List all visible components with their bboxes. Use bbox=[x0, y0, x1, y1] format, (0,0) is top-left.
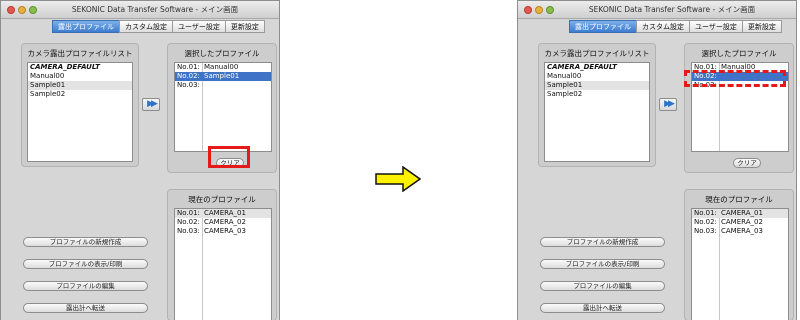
minimize-window-icon[interactable] bbox=[18, 6, 26, 14]
current-profile-table[interactable]: No.01: CAMERA_01 No.02: CAMERA_02 No.03:… bbox=[691, 208, 789, 320]
slot-number: No.01: bbox=[694, 209, 717, 217]
tab-custom-settings[interactable]: カスタム設定 bbox=[119, 20, 173, 33]
list-item[interactable]: Sample02 bbox=[28, 90, 132, 99]
slot-profile: CAMERA_03 bbox=[721, 227, 763, 235]
tab-bar: 露出プロファイル カスタム設定 ユーザー設定 更新設定 bbox=[569, 20, 782, 33]
table-row[interactable]: No.03: bbox=[175, 81, 271, 90]
clear-button-highlight bbox=[208, 146, 250, 168]
current-profile-group: 現在のプロファイル No.01: CAMERA_01 No.02: CAMERA… bbox=[684, 189, 794, 320]
add-to-selected-button[interactable]: ▶▶ bbox=[659, 98, 677, 111]
tab-exposure-profile[interactable]: 露出プロファイル bbox=[52, 20, 120, 33]
edit-profile-button[interactable]: プロファイルの編集 bbox=[23, 281, 148, 291]
tab-update-settings[interactable]: 更新設定 bbox=[224, 20, 265, 33]
list-item[interactable]: CAMERA_DEFAULT bbox=[545, 63, 649, 72]
slot-number: No.03: bbox=[177, 227, 200, 235]
tab-custom-settings[interactable]: カスタム設定 bbox=[636, 20, 690, 33]
slot-number: No.01: bbox=[177, 63, 200, 71]
slot-profile: CAMERA_01 bbox=[204, 209, 246, 217]
edit-profile-button[interactable]: プロファイルの編集 bbox=[540, 281, 665, 291]
cleared-row-highlight bbox=[684, 70, 786, 87]
window-title: SEKONIC Data Transfer Software - メイン画面 bbox=[71, 5, 239, 14]
tab-user-settings[interactable]: ユーザー設定 bbox=[689, 20, 743, 33]
slot-profile: CAMERA_02 bbox=[204, 218, 246, 226]
transfer-to-meter-button[interactable]: 露出計へ転送 bbox=[23, 303, 148, 313]
selected-profile-group: 選択したプロファイル No.01: Manual00 No.02: No.03:… bbox=[684, 43, 794, 173]
list-item[interactable]: Sample01 bbox=[28, 81, 132, 90]
title-bar: SEKONIC Data Transfer Software - メイン画面 bbox=[518, 1, 796, 19]
current-profile-group: 現在のプロファイル No.01: CAMERA_01 No.02: CAMERA… bbox=[167, 189, 277, 320]
add-to-selected-button[interactable]: ▶▶ bbox=[142, 98, 160, 111]
view-print-profile-button[interactable]: プロファイルの表示/印刷 bbox=[540, 259, 665, 269]
list-item[interactable]: Sample02 bbox=[545, 90, 649, 99]
slot-number: No.02: bbox=[177, 218, 200, 226]
tab-user-settings[interactable]: ユーザー設定 bbox=[172, 20, 226, 33]
view-print-profile-button[interactable]: プロファイルの表示/印刷 bbox=[23, 259, 148, 269]
minimize-window-icon[interactable] bbox=[535, 6, 543, 14]
slot-number: No.03: bbox=[177, 81, 200, 89]
camera-profile-list-group: カメラ露出プロファイルリスト CAMERA_DEFAULT Manual00 S… bbox=[538, 43, 656, 167]
current-profile-title: 現在のプロファイル bbox=[188, 195, 256, 204]
slot-profile: CAMERA_01 bbox=[721, 209, 763, 217]
close-window-icon[interactable] bbox=[7, 6, 15, 14]
table-row[interactable]: No.01: CAMERA_01 bbox=[692, 209, 788, 218]
current-profile-table[interactable]: No.01: CAMERA_01 No.02: CAMERA_02 No.03:… bbox=[174, 208, 272, 320]
list-item[interactable]: CAMERA_DEFAULT bbox=[28, 63, 132, 72]
slot-profile: Manual00 bbox=[204, 63, 239, 71]
zoom-window-icon[interactable] bbox=[29, 6, 37, 14]
zoom-window-icon[interactable] bbox=[546, 6, 554, 14]
table-row[interactable]: No.01: Manual00 bbox=[175, 63, 271, 72]
camera-profile-list[interactable]: CAMERA_DEFAULT Manual00 Sample01 Sample0… bbox=[544, 62, 650, 162]
table-row[interactable]: No.02: CAMERA_02 bbox=[692, 218, 788, 227]
table-row[interactable]: No.01: CAMERA_01 bbox=[175, 209, 271, 218]
title-bar: SEKONIC Data Transfer Software - メイン画面 bbox=[1, 1, 279, 19]
new-profile-button[interactable]: プロファイルの新規作成 bbox=[540, 237, 665, 247]
clear-button[interactable]: クリア bbox=[733, 158, 761, 168]
tab-update-settings[interactable]: 更新設定 bbox=[741, 20, 782, 33]
slot-number: No.01: bbox=[177, 209, 200, 217]
slot-number: No.03: bbox=[694, 227, 717, 235]
table-row[interactable]: No.03: CAMERA_03 bbox=[692, 227, 788, 236]
table-row[interactable]: No.02: Sample01 bbox=[175, 72, 271, 81]
camera-profile-list-title: カメラ露出プロファイルリスト bbox=[544, 49, 650, 58]
slot-profile: CAMERA_02 bbox=[721, 218, 763, 226]
slot-number: No.02: bbox=[177, 72, 200, 80]
transfer-to-meter-button[interactable]: 露出計へ転送 bbox=[540, 303, 665, 313]
current-profile-title: 現在のプロファイル bbox=[705, 195, 773, 204]
list-item[interactable]: Sample01 bbox=[545, 81, 649, 90]
close-window-icon[interactable] bbox=[524, 6, 532, 14]
camera-profile-list-title: カメラ露出プロファイルリスト bbox=[27, 49, 133, 58]
table-row[interactable]: No.02: CAMERA_02 bbox=[175, 218, 271, 227]
slot-profile: Sample01 bbox=[204, 72, 240, 80]
window-after: SEKONIC Data Transfer Software - メイン画面 露… bbox=[517, 0, 797, 320]
selected-profile-table[interactable]: No.01: Manual00 No.02: Sample01 No.03: bbox=[174, 62, 272, 152]
new-profile-button[interactable]: プロファイルの新規作成 bbox=[23, 237, 148, 247]
right-arrow-icon bbox=[375, 165, 422, 193]
camera-profile-list-group: カメラ露出プロファイルリスト CAMERA_DEFAULT Manual00 S… bbox=[21, 43, 139, 167]
camera-profile-list[interactable]: CAMERA_DEFAULT Manual00 Sample01 Sample0… bbox=[27, 62, 133, 162]
window-title: SEKONIC Data Transfer Software - メイン画面 bbox=[588, 5, 756, 14]
slot-number: No.02: bbox=[694, 218, 717, 226]
list-item[interactable]: Manual00 bbox=[545, 72, 649, 81]
window-before: SEKONIC Data Transfer Software - メイン画面 露… bbox=[0, 0, 280, 320]
selected-profile-title: 選択したプロファイル bbox=[184, 49, 260, 58]
tab-exposure-profile[interactable]: 露出プロファイル bbox=[569, 20, 637, 33]
selected-profile-title: 選択したプロファイル bbox=[701, 49, 777, 58]
list-item[interactable]: Manual00 bbox=[28, 72, 132, 81]
tab-bar: 露出プロファイル カスタム設定 ユーザー設定 更新設定 bbox=[52, 20, 265, 33]
slot-profile: CAMERA_03 bbox=[204, 227, 246, 235]
table-row[interactable]: No.03: CAMERA_03 bbox=[175, 227, 271, 236]
